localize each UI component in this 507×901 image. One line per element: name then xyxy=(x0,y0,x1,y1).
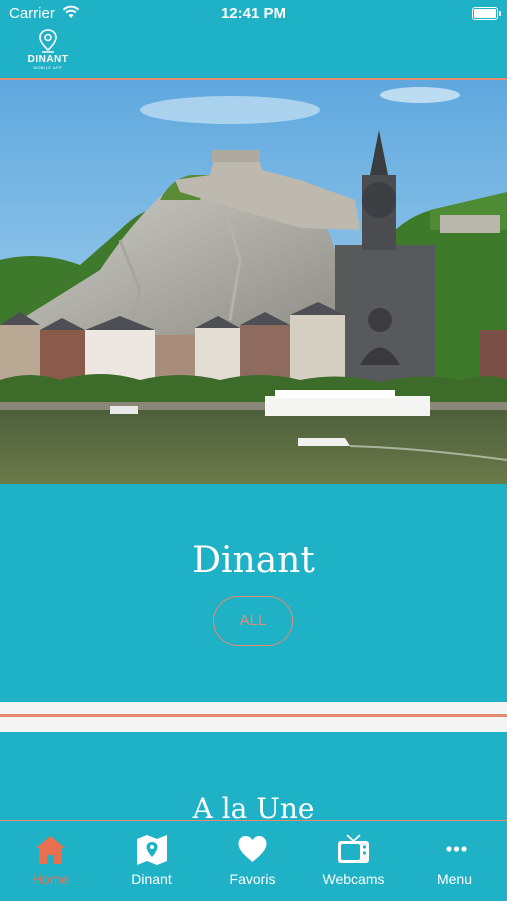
divider-stripe xyxy=(0,714,507,717)
logo-name: DINANT xyxy=(27,54,69,65)
location-pin-icon xyxy=(39,29,57,53)
hero-photo xyxy=(0,80,507,484)
battery-icon xyxy=(472,7,501,20)
tab-label: Home xyxy=(31,871,70,887)
more-icon xyxy=(446,846,467,852)
featured-title: A la Une xyxy=(192,792,315,820)
app-header: DINANT MOBILE APP xyxy=(0,28,507,78)
status-bar: Carrier 12:41 PM xyxy=(0,0,507,28)
tab-bar: Home Dinant Favoris Webcams Menu xyxy=(0,820,507,900)
tab-label: Favoris xyxy=(229,871,276,887)
section-divider xyxy=(0,702,507,732)
tab-home[interactable]: Home xyxy=(0,821,101,901)
all-filter-button[interactable]: ALL xyxy=(213,596,293,646)
tab-label: Webcams xyxy=(322,871,385,887)
heart-icon xyxy=(238,836,267,862)
tab-label: Dinant xyxy=(131,871,172,887)
clock: 12:41 PM xyxy=(220,5,287,22)
tab-favoris[interactable]: Favoris xyxy=(202,821,303,901)
app-logo[interactable]: DINANT MOBILE APP xyxy=(23,28,73,76)
hero-illustration xyxy=(0,80,507,484)
tab-label: Menu xyxy=(436,871,473,887)
logo-subtitle: MOBILE APP xyxy=(33,65,63,70)
tab-menu[interactable]: Menu xyxy=(404,821,505,901)
map-icon xyxy=(137,835,167,865)
city-title: Dinant xyxy=(192,540,315,581)
city-section: Dinant ALL xyxy=(0,484,507,702)
tab-dinant[interactable]: Dinant xyxy=(101,821,202,901)
tab-webcams[interactable]: Webcams xyxy=(303,821,404,901)
home-icon xyxy=(36,836,65,864)
tv-icon xyxy=(338,834,369,863)
featured-section: A la Une xyxy=(0,732,507,820)
